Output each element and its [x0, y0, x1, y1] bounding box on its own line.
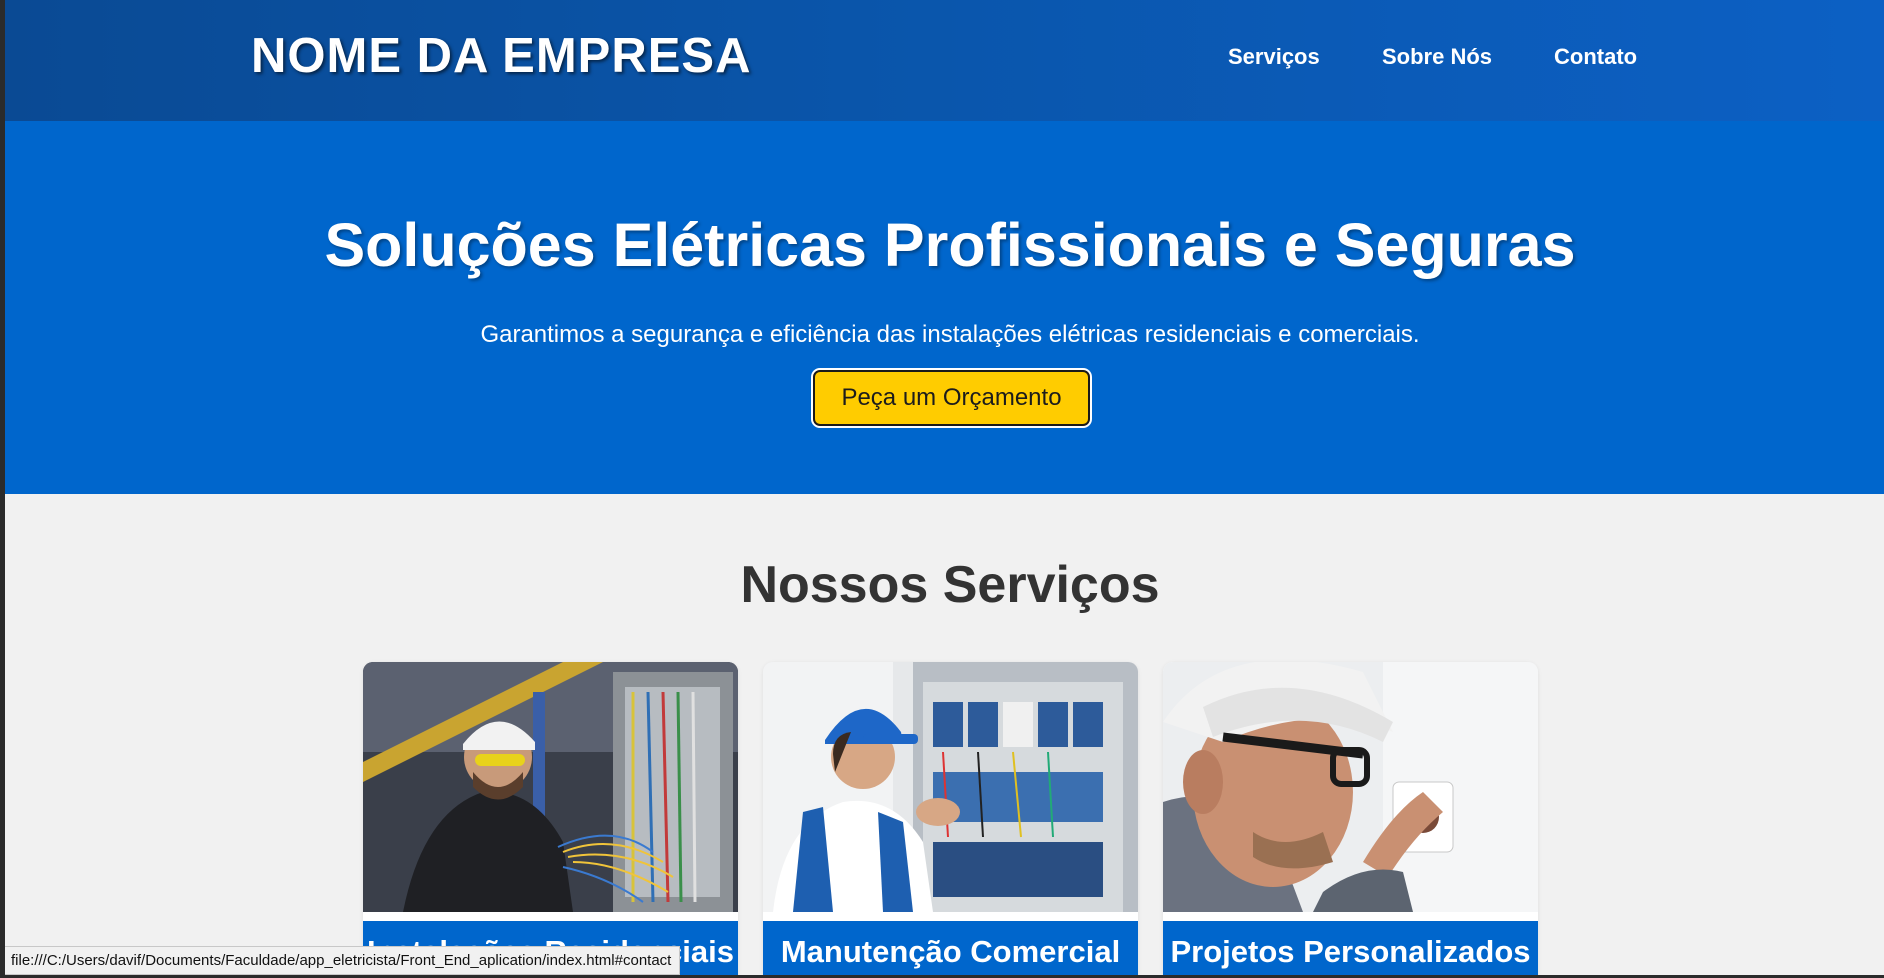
- nav-link-servicos[interactable]: Serviços: [1228, 44, 1320, 70]
- main-nav: Serviços Sobre Nós Contato: [5, 44, 1884, 74]
- request-quote-button[interactable]: Peça um Orçamento: [813, 370, 1090, 426]
- card-divider: [763, 912, 1138, 921]
- nav-link-contato[interactable]: Contato: [1554, 44, 1637, 70]
- hero-section: Soluções Elétricas Profissionais e Segur…: [5, 121, 1884, 494]
- browser-status-bar: file:///C:/Users/davif/Documents/Faculda…: [5, 946, 681, 975]
- site-header: NOME DA EMPRESA Serviços Sobre Nós Conta…: [5, 0, 1884, 121]
- nav-link-sobre-nos[interactable]: Sobre Nós: [1382, 44, 1492, 70]
- services-title: Nossos Serviços: [740, 556, 1160, 614]
- hero-subtitle: Garantimos a segurança e eficiência das …: [480, 321, 1420, 348]
- browser-viewport: NOME DA EMPRESA Serviços Sobre Nós Conta…: [5, 0, 1884, 978]
- electrician-wiring-panel-photo: [363, 662, 738, 912]
- card-divider: [363, 912, 738, 921]
- service-card-commercial[interactable]: Manutenção Comercial: [763, 662, 1138, 978]
- service-card-title: Manutenção Comercial: [763, 921, 1138, 978]
- service-card-residential[interactable]: Instalações Residenciais: [363, 662, 738, 978]
- service-card-custom-projects[interactable]: Projetos Personalizados: [1163, 662, 1538, 978]
- hero-title: Soluções Elétricas Profissionais e Segur…: [324, 211, 1576, 279]
- card-divider: [1163, 912, 1538, 921]
- electrician-electrical-cabinet-photo: [763, 662, 1138, 912]
- electrician-socket-install-photo: [1163, 662, 1538, 912]
- service-card-title: Projetos Personalizados: [1163, 921, 1538, 978]
